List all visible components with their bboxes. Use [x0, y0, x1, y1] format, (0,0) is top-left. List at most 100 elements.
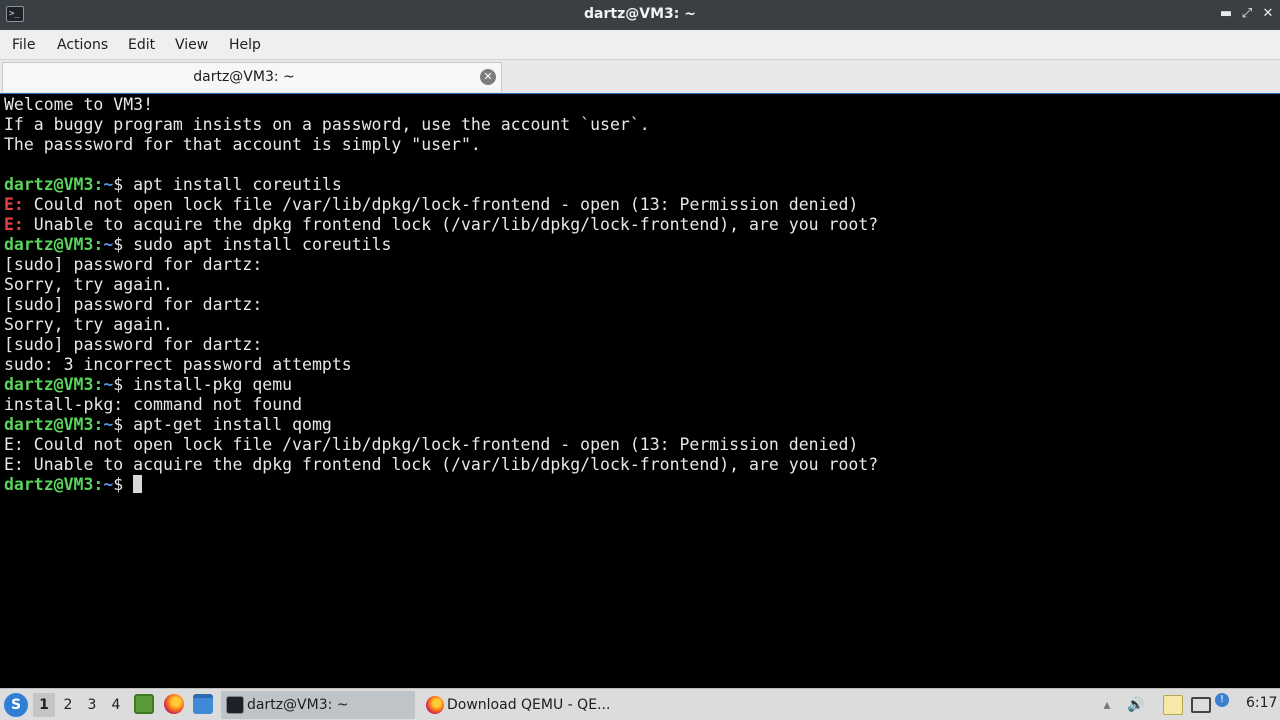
- command-text: sudo apt install coreutils: [133, 235, 392, 254]
- window-titlebar: >_ dartz@VM3: ~ ▬ ⤢ ✕: [0, 0, 1280, 30]
- terminal-line: dartz@VM3:~$ apt-get install qomg: [4, 415, 1280, 435]
- terminal-line: Sorry, try again.: [4, 315, 1280, 335]
- task-firefox-label: Download QEMU - QE...: [447, 697, 611, 713]
- shell-prompt: dartz@VM3:~: [4, 235, 113, 254]
- output-text: [sudo] password for dartz:: [4, 255, 263, 274]
- taskbar: S 1 2 3 4 dartz@VM3: ~ Download QEMU - Q…: [0, 688, 1280, 720]
- menu-edit[interactable]: Edit: [128, 37, 155, 53]
- text-cursor: [133, 475, 143, 493]
- output-text: install-pkg: command not found: [4, 395, 303, 414]
- output-text: [sudo] password for dartz:: [4, 335, 263, 354]
- terminal-line: dartz@VM3:~$ install-pkg qemu: [4, 375, 1280, 395]
- menu-file[interactable]: File: [12, 37, 35, 53]
- tab-terminal[interactable]: dartz@VM3: ~ ✕: [2, 62, 502, 92]
- prompt-separator: :: [93, 175, 104, 194]
- shell-prompt: dartz@VM3:~: [4, 375, 113, 394]
- clipboard-icon[interactable]: [1163, 695, 1183, 715]
- tab-bar: dartz@VM3: ~ ✕: [0, 60, 1280, 93]
- tab-label: dartz@VM3: ~: [193, 69, 295, 85]
- updates-icon[interactable]: ▴: [1097, 695, 1117, 715]
- error-prefix: E:: [4, 195, 24, 214]
- prompt-path: ~: [103, 175, 114, 194]
- notification-icon[interactable]: !: [1215, 693, 1229, 707]
- terminal-output[interactable]: Welcome to VM3! If a buggy program insist…: [0, 93, 1280, 688]
- workspace-2[interactable]: 2: [57, 693, 79, 717]
- output-text: Sorry, try again.: [4, 315, 173, 334]
- output-text: The passsword for that account is simply…: [4, 135, 481, 154]
- show-desktop-icon[interactable]: [193, 694, 213, 714]
- terminal-line: E: Could not open lock file /var/lib/dpk…: [4, 195, 1280, 215]
- menu-actions[interactable]: Actions: [57, 37, 108, 53]
- task-firefox[interactable]: Download QEMU - QE...: [421, 691, 621, 719]
- volume-icon[interactable]: 🔊: [1126, 695, 1146, 715]
- terminal-line: [sudo] password for dartz:: [4, 295, 1280, 315]
- prompt-path: ~: [103, 475, 114, 494]
- task-terminal[interactable]: dartz@VM3: ~: [221, 691, 415, 719]
- minimize-button[interactable]: ▬: [1217, 5, 1235, 23]
- terminal-line: sudo: 3 incorrect password attempts: [4, 355, 1280, 375]
- prompt-symbol: $: [113, 235, 134, 254]
- terminal-line: install-pkg: command not found: [4, 395, 1280, 415]
- terminal-line: The passsword for that account is simply…: [4, 135, 1280, 155]
- terminal-line: E: Unable to acquire the dpkg frontend l…: [4, 215, 1280, 235]
- prompt-separator: :: [93, 415, 104, 434]
- terminal-line: Welcome to VM3!: [4, 95, 1280, 115]
- output-text: Welcome to VM3!: [4, 95, 154, 114]
- window-title: dartz@VM3: ~: [584, 6, 696, 22]
- shell-prompt: dartz@VM3:~: [4, 175, 113, 194]
- display-icon[interactable]: [1191, 697, 1211, 713]
- command-text: install-pkg qemu: [133, 375, 293, 394]
- workspace-1[interactable]: 1: [33, 693, 55, 717]
- tab-close-icon[interactable]: ✕: [480, 69, 496, 85]
- terminal-icon: [226, 696, 244, 714]
- error-prefix: E:: [4, 215, 24, 234]
- terminal-line: E: Could not open lock file /var/lib/dpk…: [4, 435, 1280, 455]
- menu-view[interactable]: View: [175, 37, 208, 53]
- terminal-line: [sudo] password for dartz:: [4, 255, 1280, 275]
- error-text: Unable to acquire the dpkg frontend lock…: [23, 215, 879, 234]
- prompt-symbol: $: [113, 175, 134, 194]
- output-text: sudo: 3 incorrect password attempts: [4, 355, 352, 374]
- prompt-path: ~: [103, 375, 114, 394]
- clock: 6:17: [1246, 695, 1278, 711]
- terminal-line: Sorry, try again.: [4, 275, 1280, 295]
- firefox-icon: [426, 696, 444, 714]
- prompt-user: dartz@VM3: [4, 235, 94, 254]
- prompt-separator: :: [93, 375, 104, 394]
- shell-prompt: dartz@VM3:~: [4, 415, 113, 434]
- output-text: E: Unable to acquire the dpkg frontend l…: [4, 455, 879, 474]
- terminal-line: dartz@VM3:~$ sudo apt install coreutils: [4, 235, 1280, 255]
- start-menu-icon[interactable]: S: [4, 693, 28, 717]
- terminal-line: If a buggy program insists on a password…: [4, 115, 1280, 135]
- output-text: [sudo] password for dartz:: [4, 295, 263, 314]
- prompt-separator: :: [93, 475, 104, 494]
- firefox-icon[interactable]: [164, 694, 184, 714]
- prompt-separator: :: [93, 235, 104, 254]
- prompt-user: dartz@VM3: [4, 475, 94, 494]
- prompt-symbol: $: [113, 475, 134, 494]
- prompt-path: ~: [103, 415, 114, 434]
- menu-bar: File Actions Edit View Help: [0, 30, 1280, 60]
- prompt-user: dartz@VM3: [4, 375, 94, 394]
- terminal-line: E: Unable to acquire the dpkg frontend l…: [4, 455, 1280, 475]
- terminal-line: dartz@VM3:~$: [4, 475, 1280, 495]
- prompt-path: ~: [103, 235, 114, 254]
- workspace-3[interactable]: 3: [81, 693, 103, 717]
- prompt-user: dartz@VM3: [4, 415, 94, 434]
- workspace-4[interactable]: 4: [105, 693, 127, 717]
- shell-prompt: dartz@VM3:~: [4, 475, 113, 494]
- prompt-symbol: $: [113, 375, 134, 394]
- close-button[interactable]: ✕: [1259, 5, 1277, 23]
- output-text: E: Could not open lock file /var/lib/dpk…: [4, 435, 859, 454]
- output-text: Sorry, try again.: [4, 275, 173, 294]
- error-text: Could not open lock file /var/lib/dpkg/l…: [23, 195, 859, 214]
- terminal-line: [sudo] password for dartz:: [4, 335, 1280, 355]
- terminal-line: dartz@VM3:~$ apt install coreutils: [4, 175, 1280, 195]
- maximize-button[interactable]: ⤢: [1238, 5, 1256, 23]
- command-text: apt-get install qomg: [133, 415, 332, 434]
- prompt-user: dartz@VM3: [4, 175, 94, 194]
- menu-help[interactable]: Help: [229, 37, 261, 53]
- task-terminal-label: dartz@VM3: ~: [247, 697, 349, 713]
- file-manager-icon[interactable]: [134, 694, 154, 714]
